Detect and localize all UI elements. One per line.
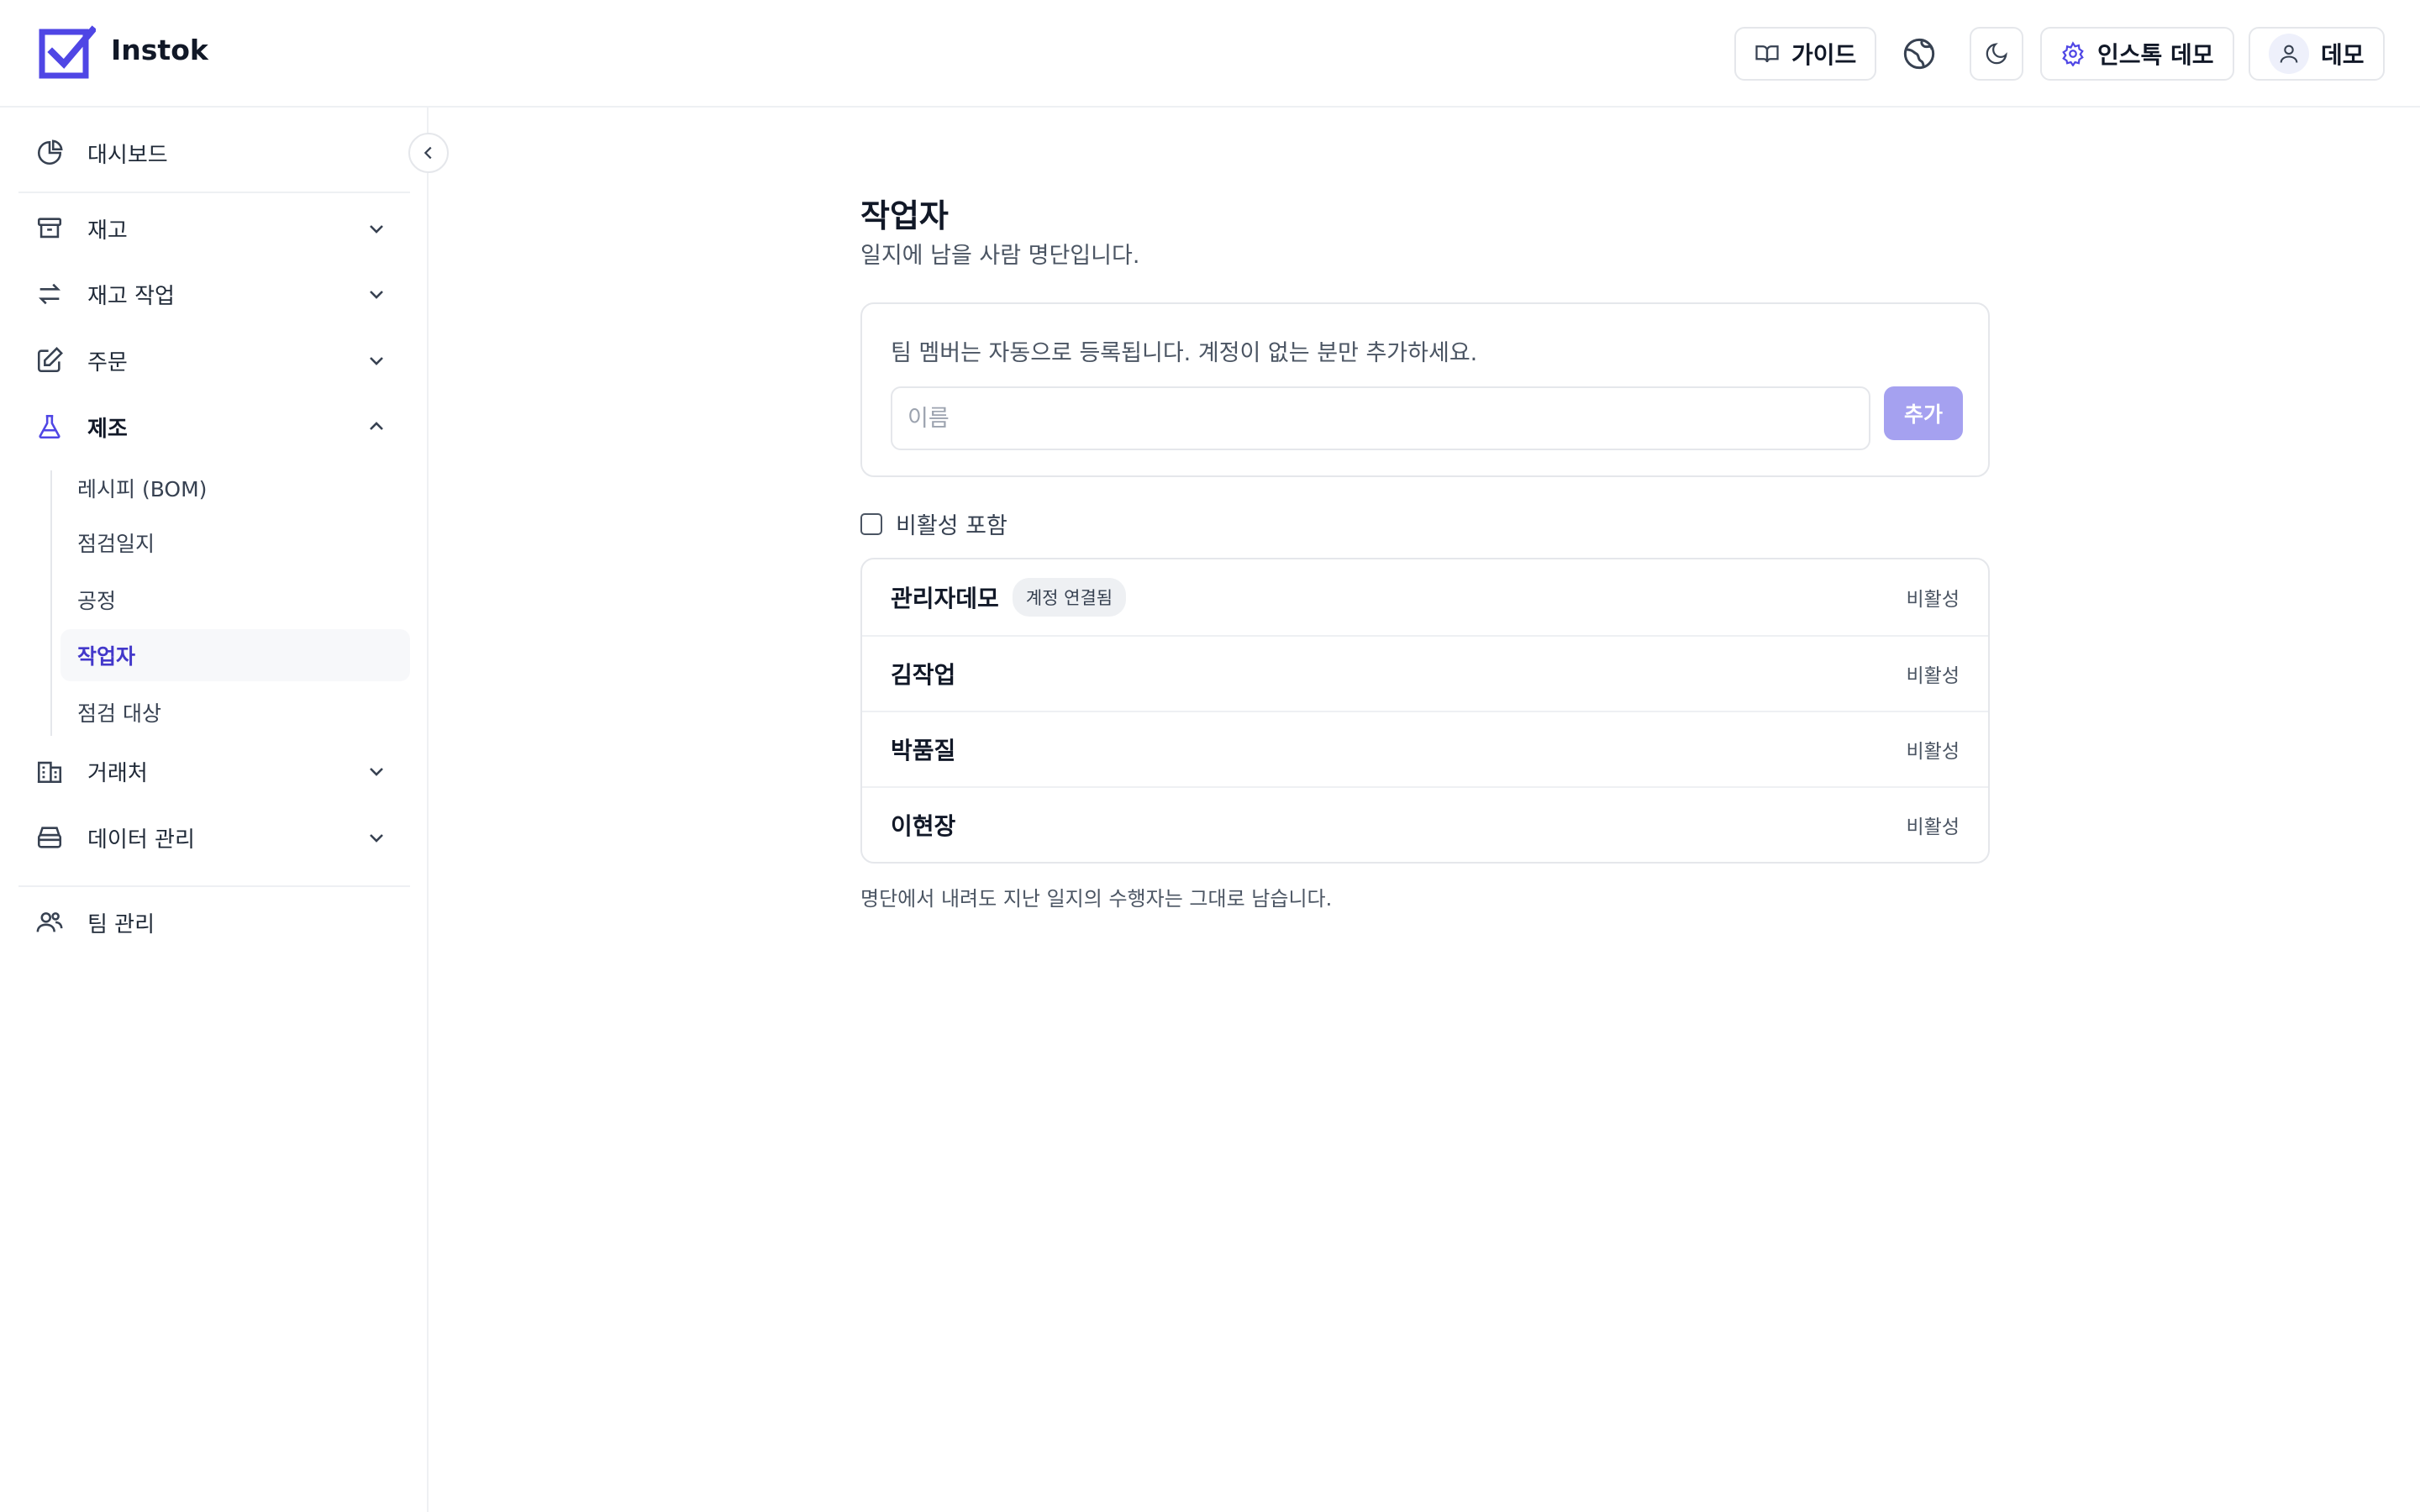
- worker-list: 관리자데모 계정 연결됨 비활성 김작업 비활성 박품질 비활성 이현장 비활성: [860, 558, 1990, 864]
- moon-icon: [1986, 43, 2007, 65]
- chevron-down-icon: [370, 291, 383, 299]
- sidebar-subitem-inspection-log[interactable]: 점검일지: [60, 517, 410, 569]
- sidebar-divider: [18, 885, 410, 887]
- database-icon: [37, 827, 62, 848]
- include-inactive-toggle[interactable]: 비활성 포함: [860, 507, 1007, 540]
- sidebar-item-label: 주문: [87, 349, 128, 375]
- pie-chart-icon: [37, 139, 63, 165]
- sidebar-subitem-recipe[interactable]: 레시피 (BOM): [60, 462, 410, 514]
- add-worker-button[interactable]: 추가: [1884, 386, 1963, 440]
- edit-icon: [37, 347, 63, 373]
- include-inactive-label: 비활성 포함: [896, 513, 1007, 539]
- org-label: 인스톡 데모: [2097, 41, 2214, 69]
- chevron-left-icon: [424, 146, 432, 160]
- page-subtitle: 일지에 남을 사람 명단입니다.: [860, 243, 1140, 269]
- worker-name-input[interactable]: [891, 386, 1870, 450]
- globe-icon[interactable]: [1902, 37, 1936, 71]
- sidebar-item-label: 대시보드: [87, 142, 168, 168]
- archive-icon: [37, 218, 62, 239]
- sidebar-item-inventory[interactable]: 재고: [18, 202, 410, 255]
- account-linked-badge: 계정 연결됨: [1012, 578, 1127, 617]
- sidebar-item-label: 팀 관리: [87, 911, 155, 937]
- user-icon: [2280, 45, 2298, 63]
- avatar: [2269, 34, 2309, 74]
- user-menu-button[interactable]: 데모: [2249, 27, 2385, 81]
- sidebar-item-label: 재고: [87, 218, 128, 244]
- arrows-exchange-icon: [39, 283, 60, 305]
- flask-icon: [39, 414, 60, 439]
- include-inactive-checkbox[interactable]: [860, 512, 882, 535]
- sidebar-item-label: 제조: [87, 416, 128, 442]
- building-icon: [37, 761, 62, 784]
- deactivate-button[interactable]: 비활성: [1907, 659, 1960, 688]
- sidebar-item-orders[interactable]: 주문: [18, 333, 410, 387]
- list-item: 이현장 비활성: [862, 786, 1988, 862]
- deactivate-button[interactable]: 비활성: [1907, 811, 1960, 839]
- list-item: 김작업 비활성: [862, 635, 1988, 711]
- sidebar-item-manufacturing[interactable]: 제조: [18, 400, 410, 454]
- sidebar-item-inventory-ops[interactable]: 재고 작업: [18, 267, 410, 321]
- sidebar-item-partners[interactable]: 거래처: [18, 744, 410, 798]
- book-open-icon: [1755, 45, 1779, 63]
- add-worker-card: 팀 멤버는 자동으로 등록됩니다. 계정이 없는 분만 추가하세요. 추가: [860, 302, 1990, 477]
- chevron-up-icon: [370, 422, 383, 430]
- sidebar-collapse-button[interactable]: [408, 133, 449, 173]
- add-worker-hint: 팀 멤버는 자동으로 등록됩니다. 계정이 없는 분만 추가하세요.: [891, 340, 1478, 366]
- submenu-guide-line: [50, 470, 52, 736]
- chevron-down-icon: [370, 357, 383, 365]
- instok-logo-icon[interactable]: [39, 25, 96, 82]
- sidebar-item-team[interactable]: 팀 관리: [18, 895, 410, 949]
- worker-name: 관리자데모: [891, 585, 999, 612]
- list-item: 박품질 비활성: [862, 711, 1988, 786]
- deactivate-button[interactable]: 비활성: [1907, 735, 1960, 764]
- chevron-down-icon: [370, 225, 383, 234]
- worker-name: 김작업: [891, 661, 956, 689]
- guide-button[interactable]: 가이드: [1734, 27, 1877, 81]
- worker-name: 박품질: [891, 737, 956, 764]
- footnote: 명단에서 내려도 지난 일지의 수행자는 그대로 남습니다.: [860, 887, 1333, 911]
- list-item: 관리자데모 계정 연결됨 비활성: [862, 559, 1988, 635]
- page-title: 작업자: [860, 197, 949, 234]
- guide-label: 가이드: [1791, 41, 1857, 69]
- worker-name: 이현장: [891, 812, 956, 840]
- sidebar-item-data-management[interactable]: 데이터 관리: [18, 811, 410, 864]
- sidebar-item-label: 거래처: [87, 760, 148, 786]
- sidebar-item-dashboard[interactable]: 대시보드: [18, 126, 410, 180]
- sidebar-subitem-inspection-target[interactable]: 점검 대상: [60, 686, 410, 738]
- sidebar-subitem-workers[interactable]: 작업자: [60, 629, 410, 681]
- top-header: Instok 가이드 인스톡 데모 데모: [0, 0, 2420, 108]
- sidebar-item-label: 재고 작업: [87, 283, 175, 309]
- theme-toggle-button[interactable]: [1970, 27, 2023, 81]
- sidebar-subitem-process[interactable]: 공정: [60, 574, 410, 626]
- chevron-down-icon: [370, 834, 383, 843]
- sidebar-divider: [18, 192, 410, 193]
- gear-icon: [2062, 41, 2084, 66]
- chevron-down-icon: [370, 768, 383, 776]
- users-icon: [36, 912, 63, 932]
- brand-name[interactable]: Instok: [111, 34, 208, 66]
- user-label: 데모: [2321, 41, 2365, 69]
- sidebar-item-label: 데이터 관리: [87, 827, 195, 853]
- org-settings-button[interactable]: 인스톡 데모: [2040, 27, 2234, 81]
- deactivate-button[interactable]: 비활성: [1907, 583, 1960, 612]
